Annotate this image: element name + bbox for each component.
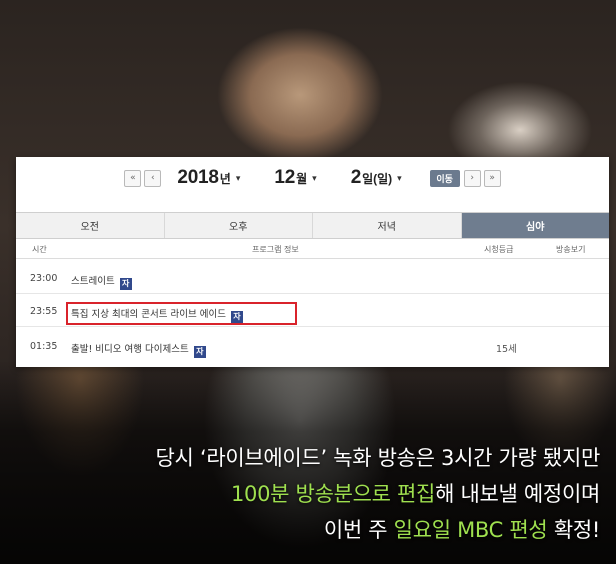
program-rating: 15세 xyxy=(496,344,517,355)
tab-evening[interactable]: 저녁 xyxy=(313,213,462,238)
subtitle-highlight: 일요일 MBC 편성 xyxy=(393,518,548,542)
chevron-down-icon: ▾ xyxy=(235,173,241,183)
program-title-text: 출발! 비디오 여행 다이제스트 xyxy=(71,344,189,355)
subtitle-caption: 당시 ‘라이브에이드’ 녹화 방송은 3시간 가량 됐지만 100분 방송분으로… xyxy=(0,440,616,548)
subtitle-badge: 자 xyxy=(119,278,132,290)
column-header-rating: 시청등급 xyxy=(484,245,514,254)
column-header-watch: 방송보기 xyxy=(556,245,586,254)
tab-morning[interactable]: 오전 xyxy=(16,213,165,238)
month-value: 12 xyxy=(274,167,296,188)
chevron-down-icon: ▾ xyxy=(397,173,402,183)
year-value: 2018 xyxy=(177,167,219,188)
program-time: 23:55 xyxy=(30,306,58,317)
date-selector: « ‹ 2018 년 ▾ 12 월 ▾ 2 일(일) ▾ 이동 › » xyxy=(16,157,609,199)
subtitle-text: 확정! xyxy=(547,518,600,542)
first-date-button[interactable]: « xyxy=(124,169,142,187)
tab-afternoon[interactable]: 오후 xyxy=(165,213,313,238)
day-select[interactable]: 2 일(일) ▾ xyxy=(351,167,402,189)
next-date-button[interactable]: › xyxy=(463,169,481,187)
table-row: 23:00 스트레이트 자 xyxy=(16,264,609,294)
program-title[interactable]: 출발! 비디오 여행 다이제스트 자 xyxy=(71,341,206,358)
go-button[interactable]: 이동 xyxy=(429,169,460,187)
subtitle-line-2: 100분 방송분으로 편집해 내보낼 예정이며 xyxy=(0,476,600,512)
program-title[interactable]: 스트레이트 자 xyxy=(71,273,132,290)
month-unit: 월 xyxy=(296,172,308,186)
time-period-tabs: 오전 오후 저녁 심야 xyxy=(16,212,609,239)
last-date-button[interactable]: » xyxy=(483,169,501,187)
column-header-program-info: 프로그램 정보 xyxy=(252,245,299,254)
year-select[interactable]: 2018 년 ▾ xyxy=(177,167,240,189)
subtitle-line-3: 이번 주 일요일 MBC 편성 확정! xyxy=(0,512,600,548)
highlight-box xyxy=(66,302,297,325)
subtitle-text: 해 내보낼 예정이며 xyxy=(435,482,600,506)
program-time: 01:35 xyxy=(30,341,58,352)
month-select[interactable]: 12 월 ▾ xyxy=(274,167,316,189)
table-row: 01:35 출발! 비디오 여행 다이제스트 자 15세 xyxy=(16,332,609,362)
column-header-time: 시간 xyxy=(32,245,47,254)
subtitle-text: 이번 주 xyxy=(323,518,394,542)
program-title-text: 스트레이트 xyxy=(71,276,115,287)
subtitle-highlight: 100분 방송분으로 편집 xyxy=(230,482,436,506)
day-unit: 일(일) xyxy=(362,172,393,186)
day-value: 2 xyxy=(350,167,362,188)
chevron-down-icon: ▾ xyxy=(312,173,317,183)
prev-date-button[interactable]: ‹ xyxy=(144,169,162,187)
tab-late-night[interactable]: 심야 xyxy=(461,213,609,238)
year-unit: 년 xyxy=(219,172,231,186)
schedule-panel: « ‹ 2018 년 ▾ 12 월 ▾ 2 일(일) ▾ 이동 › » 오전 오… xyxy=(16,157,609,367)
subtitle-line-1: 당시 ‘라이브에이드’ 녹화 방송은 3시간 가량 됐지만 xyxy=(155,446,601,470)
table-header: 시간 프로그램 정보 시청등급 방송보기 xyxy=(16,239,609,259)
program-time: 23:00 xyxy=(30,273,58,284)
subtitle-badge: 자 xyxy=(193,346,206,358)
